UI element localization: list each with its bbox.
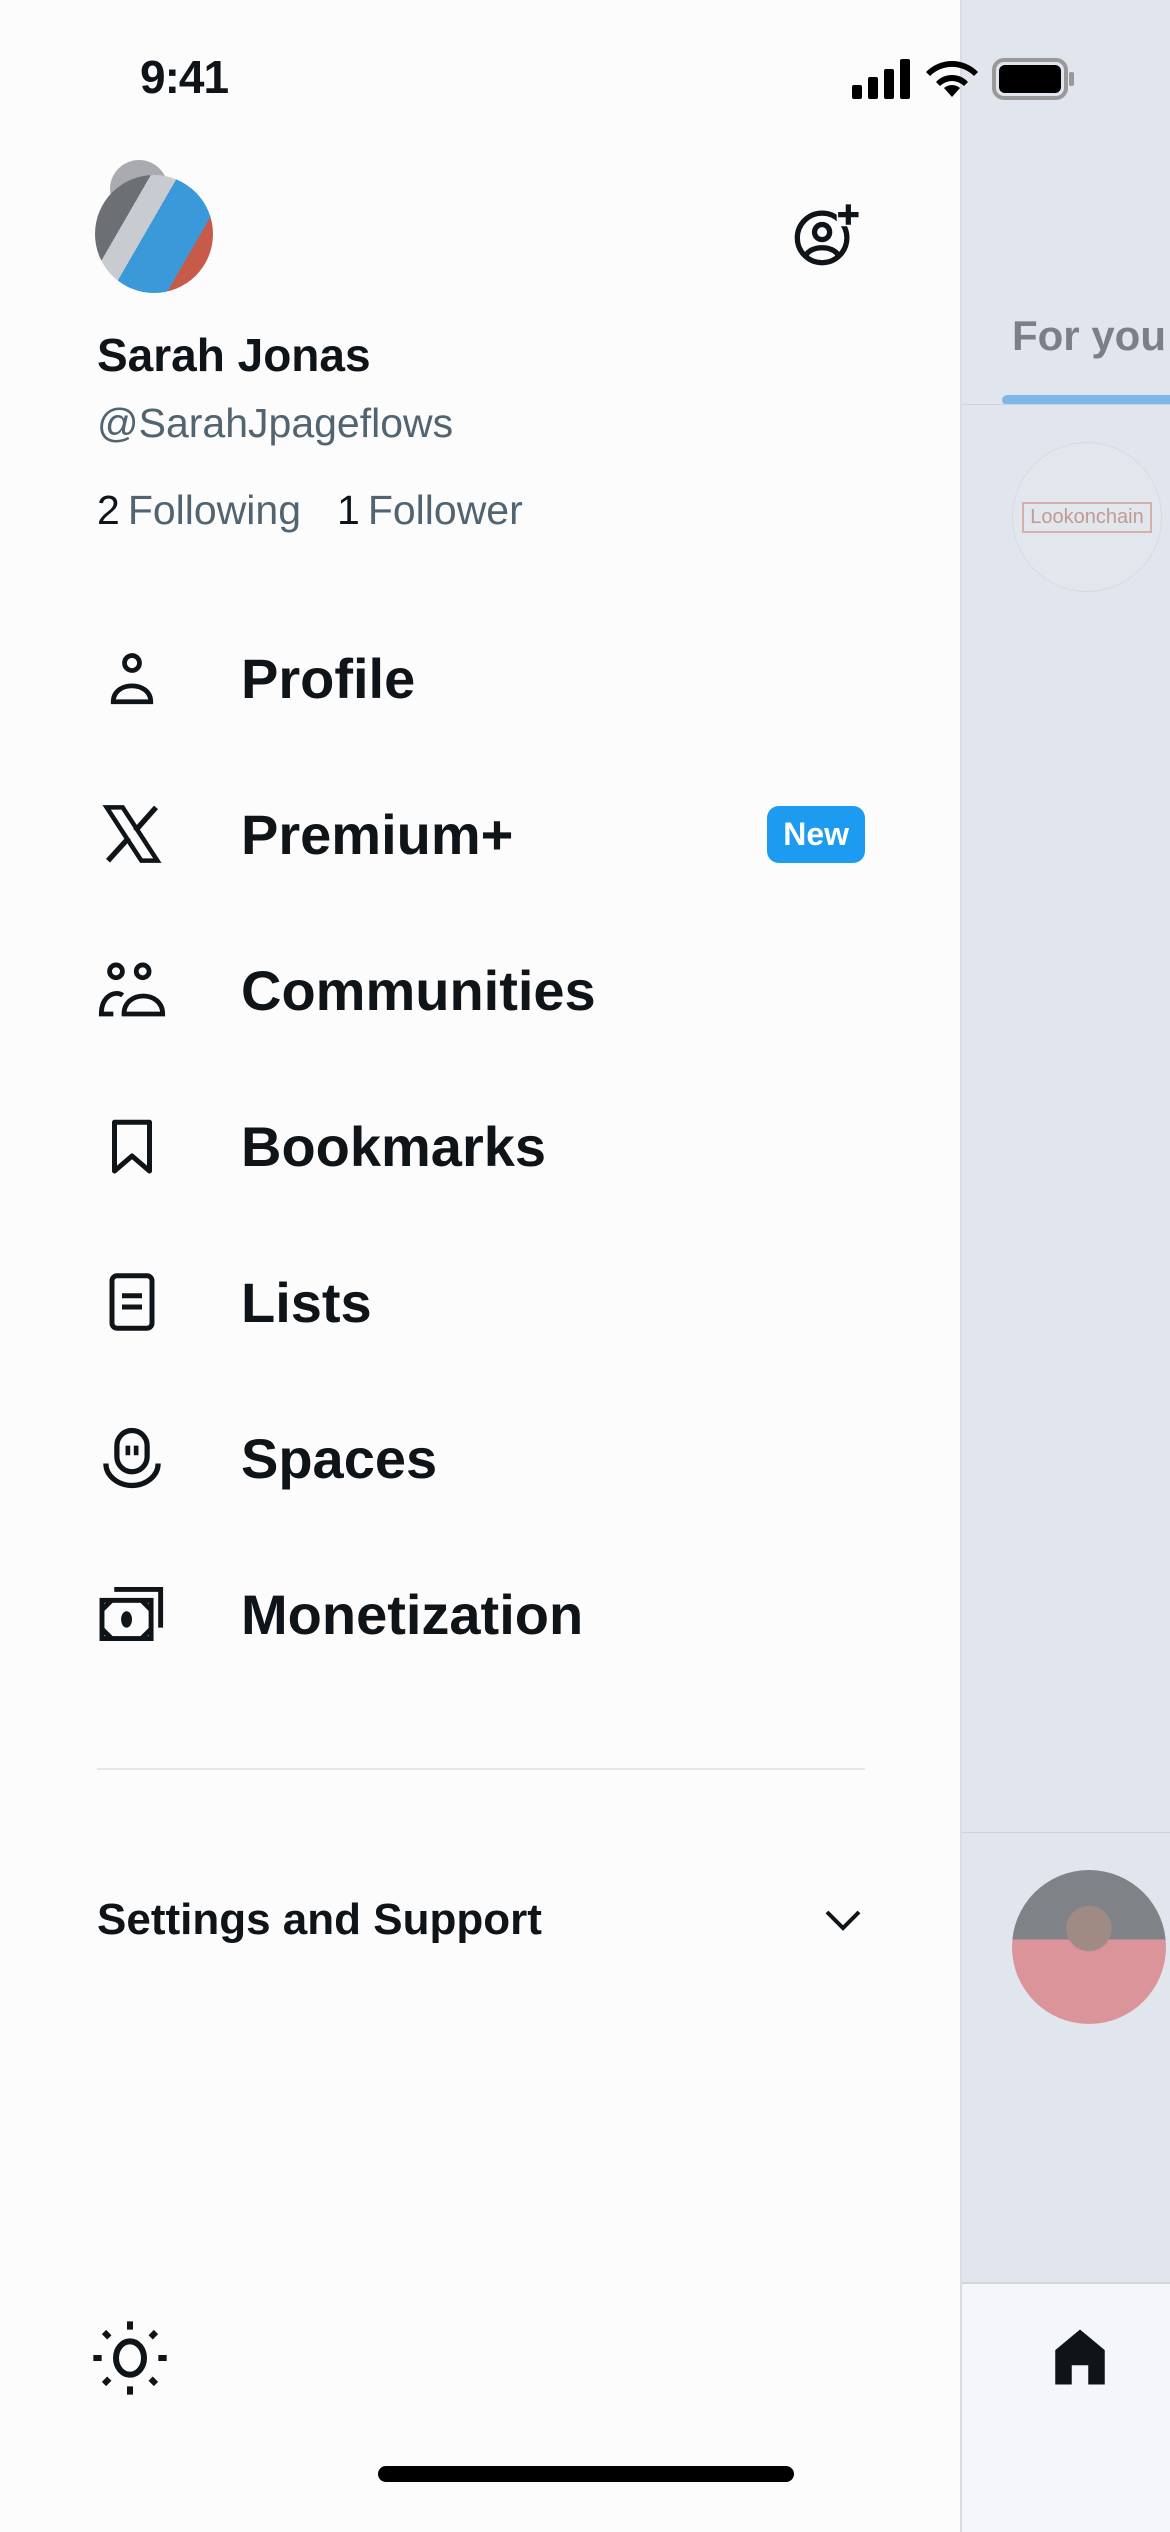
list-icon bbox=[109, 1273, 155, 1331]
battery-icon bbox=[992, 58, 1074, 100]
menu-label: Bookmarks bbox=[241, 1114, 547, 1178]
menu-item-bookmarks[interactable]: Bookmarks bbox=[97, 1086, 867, 1206]
profile-handle: @SarahJpageflows bbox=[97, 400, 454, 446]
tab-for-you[interactable]: For you bbox=[1012, 312, 1166, 360]
menu-label: Spaces bbox=[241, 1426, 438, 1490]
avatar[interactable] bbox=[95, 175, 213, 293]
bookmark-icon bbox=[112, 1119, 152, 1174]
timeline-overlay[interactable]: For you Lookonchain bbox=[960, 0, 1170, 2532]
menu-label: Communities bbox=[241, 958, 596, 1022]
follow-stats: 2 Following 1 Follower bbox=[97, 487, 523, 534]
profile-name[interactable]: Sarah Jonas bbox=[97, 328, 371, 382]
followers-count: 1 bbox=[337, 487, 360, 533]
home-indicator bbox=[378, 2466, 794, 2482]
status-icons bbox=[852, 58, 1076, 100]
chevron-down-icon bbox=[825, 1910, 861, 1931]
spaces-icon bbox=[103, 1427, 161, 1489]
settings-and-support-toggle[interactable]: Settings and Support bbox=[97, 1880, 867, 1960]
wifi-icon bbox=[926, 60, 978, 97]
menu-item-profile[interactable]: Profile bbox=[97, 618, 867, 738]
x-logo-icon bbox=[102, 805, 162, 863]
settings-label: Settings and Support bbox=[97, 1895, 542, 1944]
menu-item-monetization[interactable]: Monetization bbox=[97, 1554, 867, 1674]
status-time: 9:41 bbox=[140, 51, 229, 103]
signal-icon bbox=[852, 59, 910, 99]
communities-icon bbox=[98, 962, 166, 1017]
followers-link[interactable]: 1 Follower bbox=[337, 487, 523, 534]
following-count: 2 bbox=[97, 487, 120, 533]
menu-item-communities[interactable]: Communities bbox=[97, 930, 867, 1050]
following-label: Following bbox=[127, 487, 302, 533]
followers-label: Follower bbox=[367, 487, 523, 533]
menu-label: Monetization bbox=[241, 1582, 584, 1646]
theme-toggle-icon[interactable] bbox=[90, 2318, 170, 2398]
divider bbox=[962, 404, 1170, 405]
menu-item-premium[interactable]: Premium+ New bbox=[97, 774, 867, 894]
post-avatar[interactable] bbox=[1012, 1870, 1166, 2024]
divider bbox=[97, 1768, 865, 1770]
following-link[interactable]: 2 Following bbox=[97, 487, 301, 534]
new-badge: New bbox=[767, 805, 865, 863]
menu-label: Premium+ bbox=[241, 802, 514, 866]
post-avatar[interactable]: Lookonchain bbox=[1012, 442, 1162, 592]
menu-item-lists[interactable]: Lists bbox=[97, 1242, 867, 1362]
home-icon[interactable] bbox=[1047, 2324, 1113, 2390]
menu-label: Profile bbox=[241, 646, 416, 710]
avatar-text: Lookonchain bbox=[1022, 501, 1152, 533]
person-icon bbox=[110, 653, 154, 705]
add-account-icon[interactable] bbox=[790, 200, 860, 270]
menu-label: Lists bbox=[241, 1270, 372, 1334]
tab-bar bbox=[962, 2282, 1170, 2532]
divider bbox=[962, 1832, 1170, 1833]
money-icon bbox=[99, 1587, 164, 1641]
menu-item-spaces[interactable]: Spaces bbox=[97, 1398, 867, 1518]
